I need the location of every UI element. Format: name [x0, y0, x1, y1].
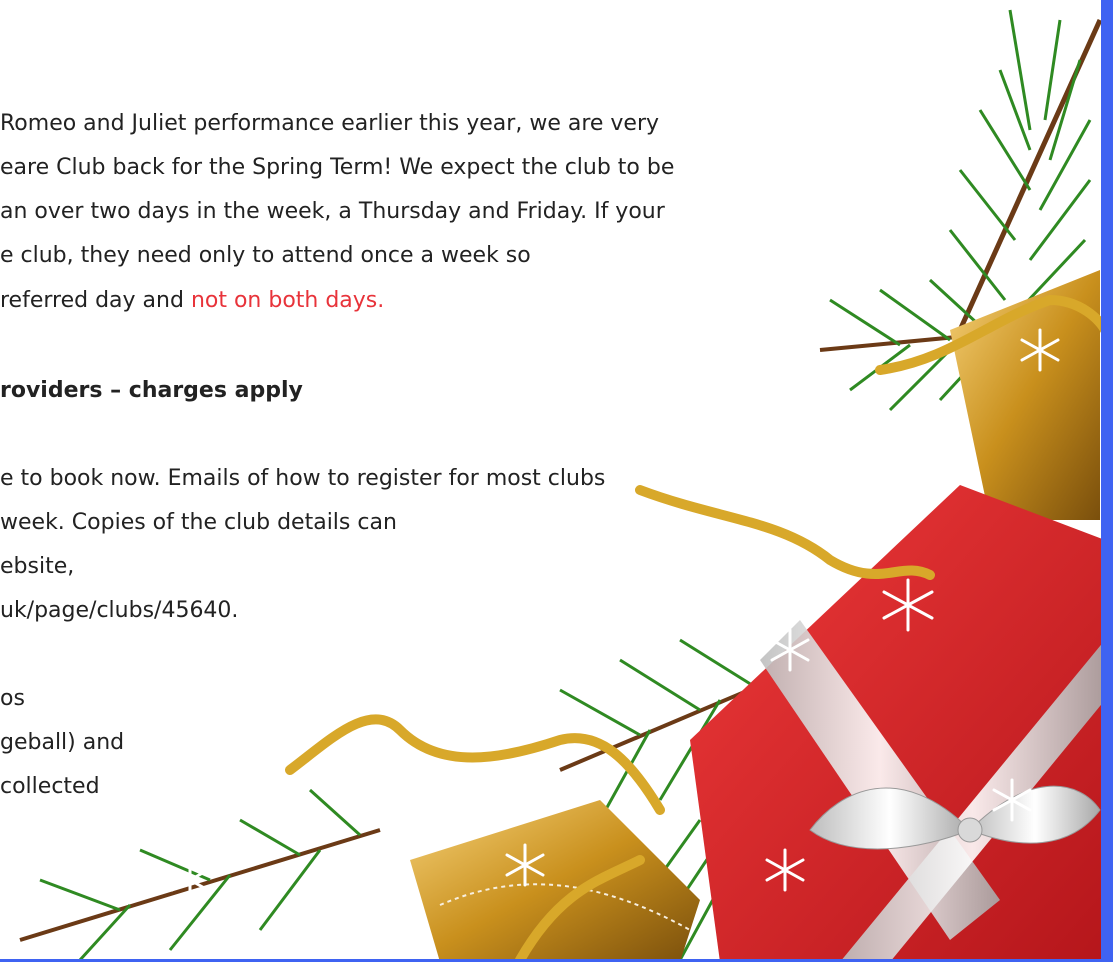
- gift-box-icon: [690, 485, 1105, 962]
- christmas-decoration: [19, 9, 1110, 962]
- right-border: [1101, 0, 1113, 962]
